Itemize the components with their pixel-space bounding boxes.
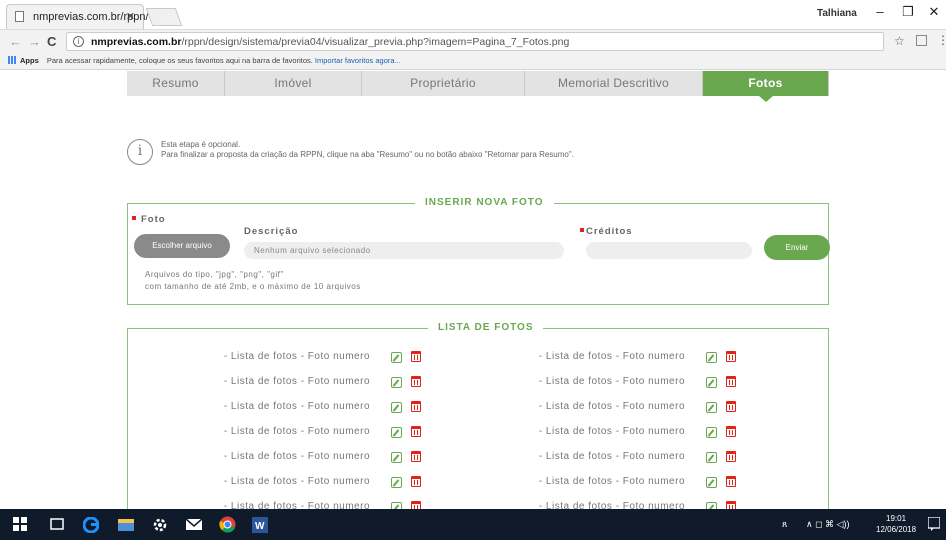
taskbar-clock[interactable]: 19:01 12/06/2018: [876, 513, 916, 535]
bookmarks-bar: Apps Para acessar rapidamente, coloque o…: [0, 53, 946, 70]
description-label: Descrição: [244, 226, 299, 237]
edit-icon[interactable]: [706, 377, 717, 388]
windows-taskbar: W ጸ ∧ ◻ ⌘ ◁)) 19:01 12/06/2018: [0, 509, 946, 540]
notice-line-1: Esta etapa é opcional.: [161, 140, 241, 149]
photo-label: - Lista de fotos - Foto numero: [538, 426, 685, 437]
bookmark-star-icon[interactable]: ☆: [894, 34, 905, 48]
apps-link[interactable]: Apps: [20, 56, 39, 65]
tab-memorial-descritivo[interactable]: Memorial Descritivo: [525, 71, 703, 96]
back-icon[interactable]: ←: [9, 34, 22, 49]
trash-icon[interactable]: [726, 376, 736, 387]
browser-tab[interactable]: nmprevias.com.br/rppn/ ✕: [6, 4, 149, 29]
edit-icon[interactable]: [706, 402, 717, 413]
edit-icon[interactable]: [706, 352, 717, 363]
photo-label: - Lista de fotos - Foto numero: [538, 451, 685, 462]
new-tab-button[interactable]: [145, 8, 183, 26]
tab-fotos[interactable]: Fotos: [703, 71, 829, 102]
insert-photo-panel: INSERIR NOVA FOTO Foto Escolher arquivo …: [127, 197, 830, 305]
required-marker: [580, 228, 584, 232]
chrome-icon[interactable]: [219, 516, 236, 533]
tab-proprietario[interactable]: Proprietário: [362, 71, 525, 96]
foto-label: Foto: [132, 214, 166, 225]
address-row: ← → C i nmprevias.com.br/rppn/design/sis…: [0, 29, 946, 53]
import-bookmarks-link[interactable]: Importar favoritos agora...: [315, 56, 401, 65]
photo-label: - Lista de fotos - Foto numero: [538, 351, 685, 362]
description-input[interactable]: Nenhum arquivo selecionado: [244, 242, 564, 259]
send-button[interactable]: Enviar: [764, 235, 830, 260]
photo-label: - Lista de fotos - Foto numero: [538, 476, 685, 487]
tab-resumo[interactable]: Resumo: [127, 71, 225, 96]
notice-line-2: Para finalizar a proposta da criação da …: [161, 150, 574, 159]
trash-icon[interactable]: [726, 451, 736, 462]
step-tabs: Resumo Imóvel Proprietário Memorial Desc…: [127, 71, 829, 102]
file-types-hint: Arquivos do tipo, "jpg", "png", "gif": [145, 270, 284, 279]
credits-label: Créditos: [580, 226, 633, 237]
edit-icon[interactable]: [706, 427, 717, 438]
required-marker: [132, 216, 136, 220]
photo-label: - Lista de fotos - Foto numero: [538, 376, 685, 387]
photo-list-panel: LISTA DE FOTOS - Lista de fotos - Foto n…: [127, 322, 830, 509]
photo-list-item: - Lista de fotos - Foto numero: [128, 351, 830, 365]
clock-time: 19:01: [886, 514, 907, 523]
edit-icon[interactable]: [706, 477, 717, 488]
photo-list-item: - Lista de fotos - Foto numero: [128, 376, 830, 390]
insert-photo-title: INSERIR NOVA FOTO: [415, 197, 554, 208]
apps-grid-icon[interactable]: [8, 56, 16, 64]
choose-file-button[interactable]: Escolher arquivo: [134, 234, 230, 258]
bookmarks-prompt: Para acessar rapidamente, coloque os seu…: [46, 56, 313, 65]
maximize-icon[interactable]: ❐: [898, 4, 918, 20]
trash-icon[interactable]: [726, 426, 736, 437]
windows-start-icon[interactable]: [13, 517, 27, 531]
word-icon[interactable]: W: [252, 517, 268, 533]
trash-icon[interactable]: [726, 401, 736, 412]
photo-label: - Lista de fotos - Foto numero: [538, 401, 685, 412]
site-info-icon[interactable]: i: [73, 36, 84, 47]
tab-imovel[interactable]: Imóvel: [225, 71, 362, 96]
file-explorer-icon[interactable]: [118, 517, 134, 531]
photo-list-title: LISTA DE FOTOS: [428, 322, 544, 333]
tab-fotos-label: Fotos: [748, 76, 783, 90]
url-host: nmprevias.com.br: [91, 36, 182, 48]
clock-date: 12/06/2018: [876, 525, 917, 534]
page-content: Resumo Imóvel Proprietário Memorial Desc…: [0, 71, 946, 509]
page-icon: [15, 11, 24, 22]
close-window-icon[interactable]: ✕: [924, 4, 944, 20]
edge-browser-icon[interactable]: [83, 517, 99, 533]
trash-icon[interactable]: [726, 351, 736, 362]
credits-input[interactable]: [586, 242, 752, 259]
notifications-icon[interactable]: [928, 517, 940, 531]
profile-name[interactable]: Talhiana: [817, 8, 857, 19]
browser-titlebar: nmprevias.com.br/rppn/ ✕ Talhiana – ❐ ✕: [0, 0, 946, 29]
edit-icon[interactable]: [706, 502, 717, 509]
info-icon: i: [127, 139, 153, 165]
edit-icon[interactable]: [706, 452, 717, 463]
file-size-hint: com tamanho de até 2mb, e o máximo de 10…: [145, 282, 361, 291]
mail-icon[interactable]: [186, 517, 202, 531]
photo-list-item: - Lista de fotos - Foto numero: [128, 401, 830, 415]
browser-menu-icon[interactable]: ⋮: [937, 33, 946, 47]
photo-list-item: - Lista de fotos - Foto numero: [128, 501, 830, 509]
settings-gear-icon[interactable]: [152, 517, 168, 533]
tray-icons[interactable]: ∧ ◻ ⌘ ◁)): [806, 519, 849, 530]
photo-list-item: - Lista de fotos - Foto numero: [128, 426, 830, 440]
url-path: /rppn/design/sistema/previa04/visualizar…: [181, 36, 570, 48]
tab-close-icon[interactable]: ✕: [126, 10, 135, 23]
trash-icon[interactable]: [726, 501, 736, 509]
reload-icon[interactable]: C: [47, 34, 56, 49]
forward-icon[interactable]: →: [28, 34, 41, 49]
minimize-icon[interactable]: –: [870, 4, 890, 19]
active-tab-arrow: [758, 96, 773, 102]
trash-icon[interactable]: [726, 476, 736, 487]
task-view-icon[interactable]: [50, 517, 64, 531]
photo-list-item: - Lista de fotos - Foto numero: [128, 476, 830, 490]
photo-list-item: - Lista de fotos - Foto numero: [128, 451, 830, 465]
svg-text:W: W: [255, 521, 265, 532]
people-icon[interactable]: ጸ: [782, 519, 787, 530]
photo-label: - Lista de fotos - Foto numero: [538, 501, 685, 509]
address-bar[interactable]: i nmprevias.com.br/rppn/design/sistema/p…: [66, 32, 884, 51]
extension-icon[interactable]: [916, 35, 927, 46]
